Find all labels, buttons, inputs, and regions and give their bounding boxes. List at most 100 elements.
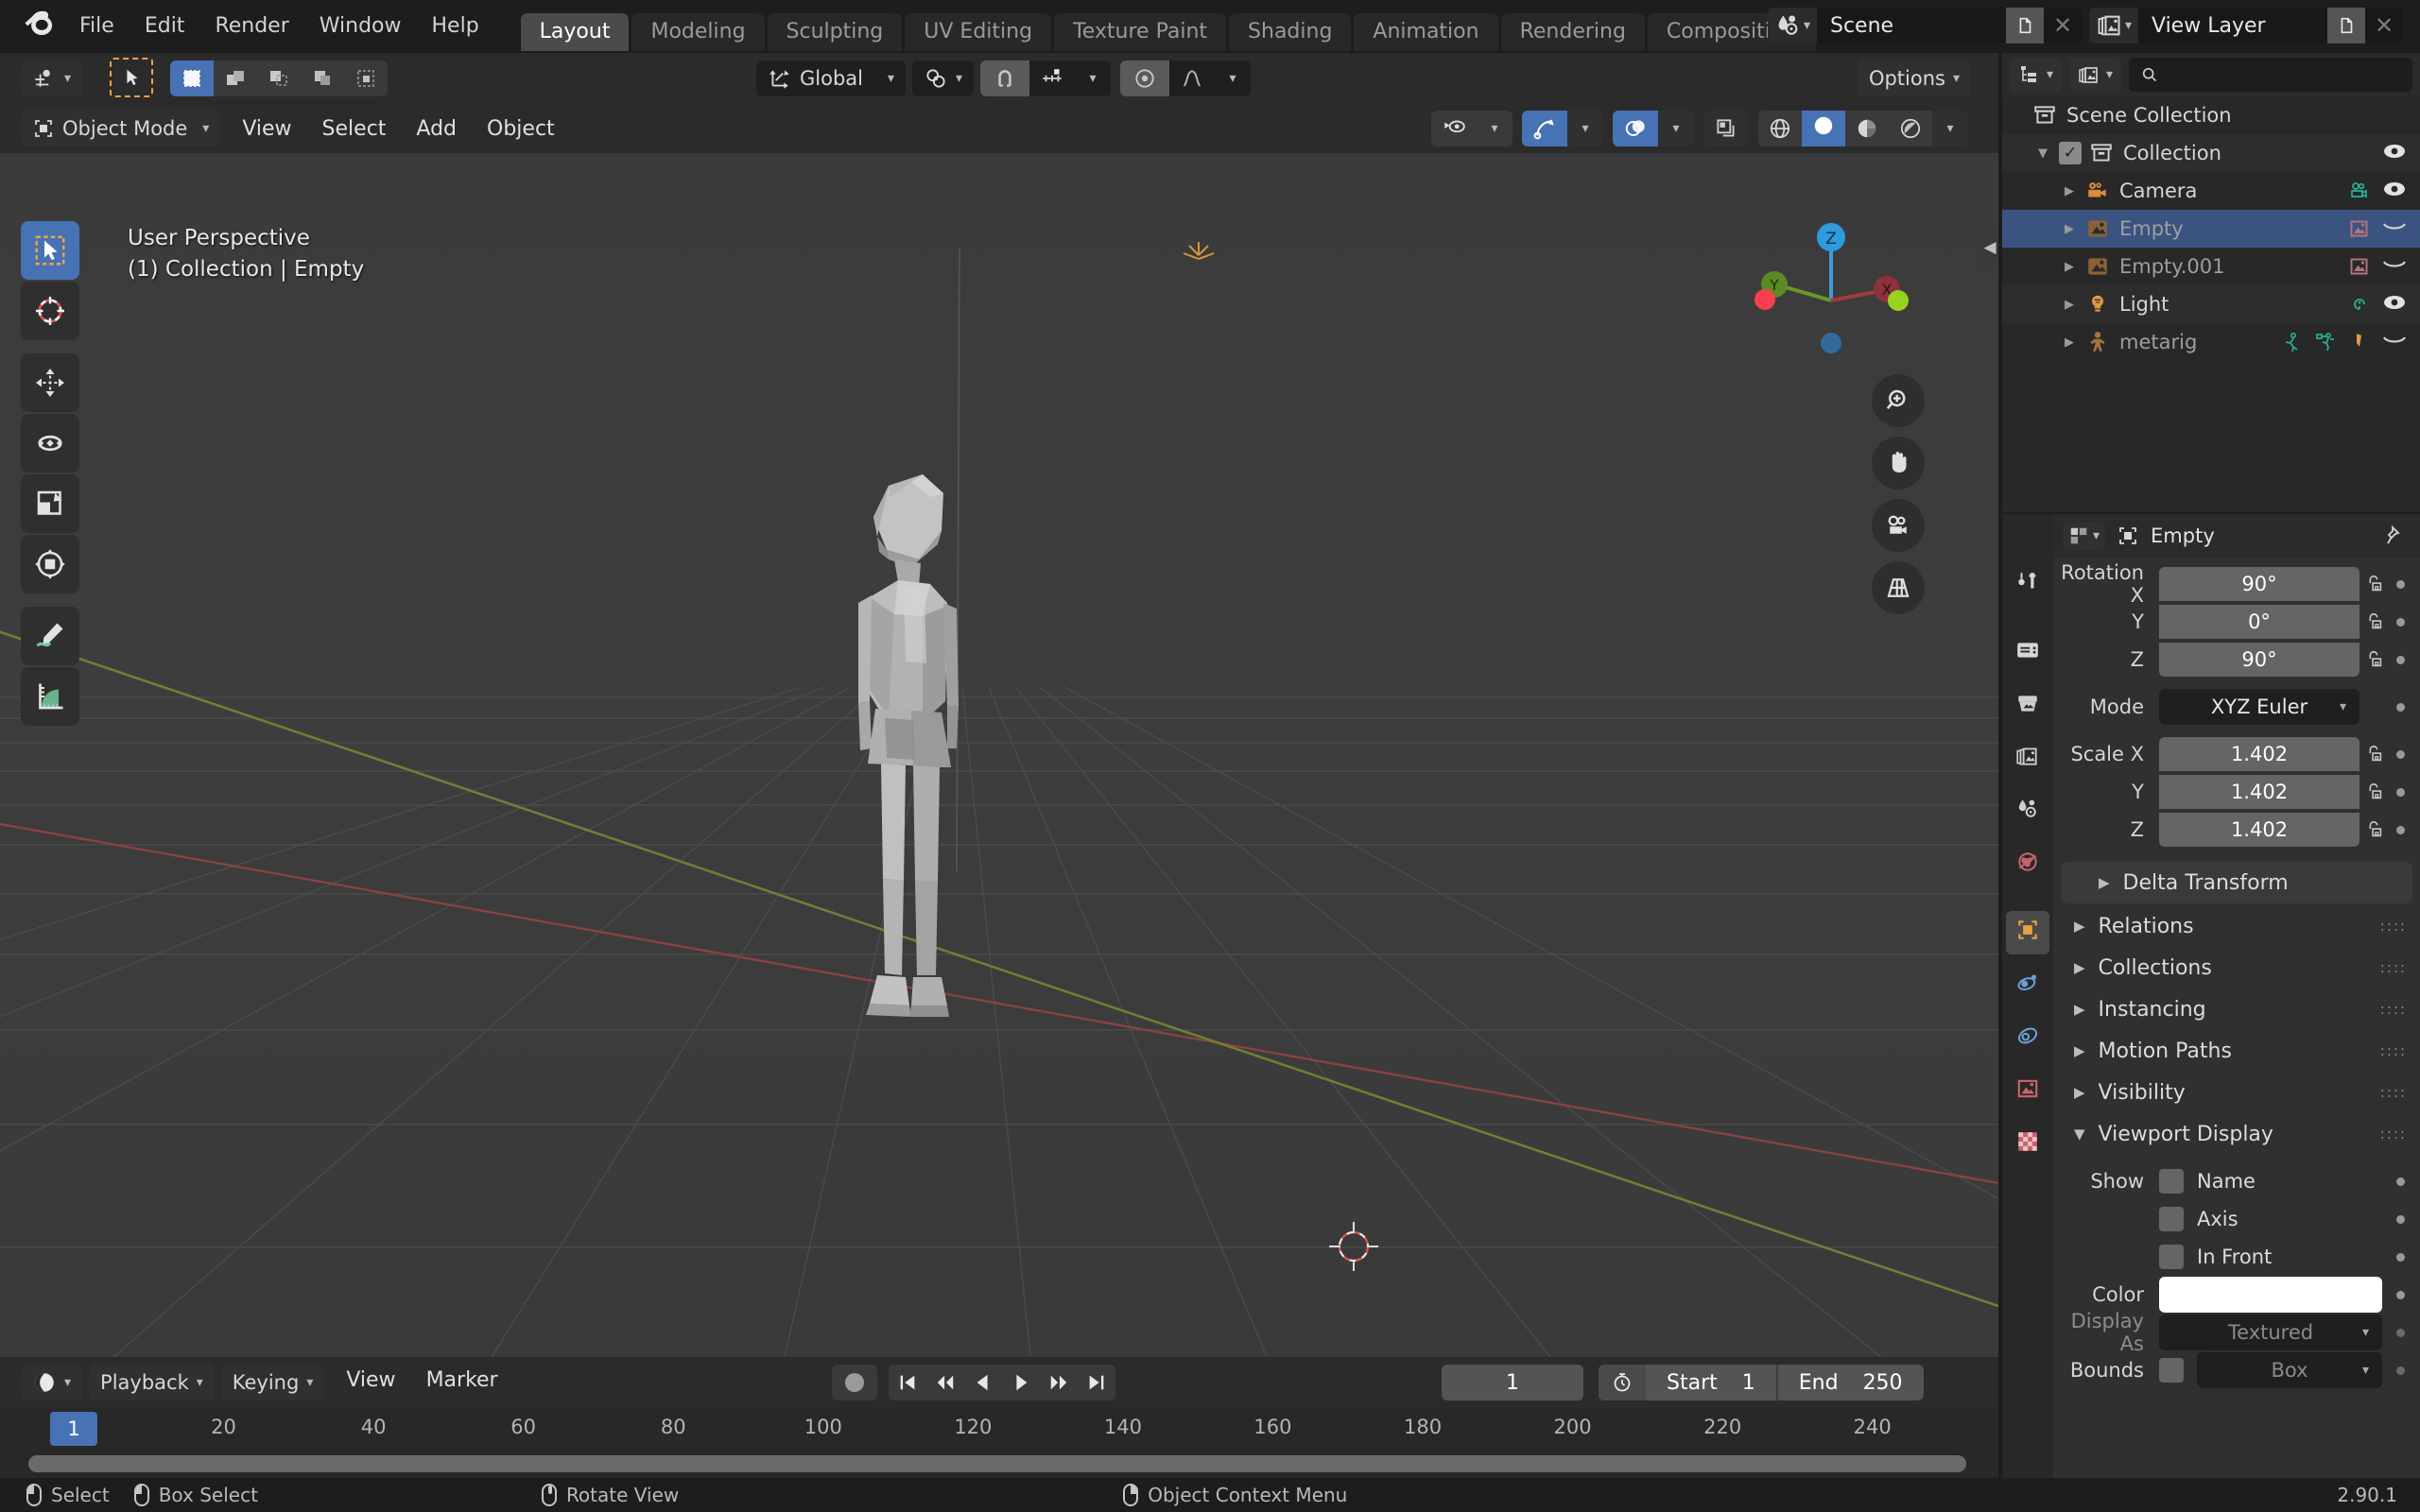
tweak-tool-header[interactable] bbox=[110, 58, 154, 97]
timeline-editor-type[interactable]: ▾ bbox=[21, 1365, 83, 1400]
camera-data-icon[interactable] bbox=[2348, 180, 2371, 202]
select-intersect-icon[interactable] bbox=[344, 60, 389, 96]
start-frame-value[interactable]: 1 bbox=[1718, 1371, 1776, 1395]
bounds-animate-dot[interactable] bbox=[2388, 1366, 2412, 1375]
workspace-tab-shading[interactable]: Shading bbox=[1229, 13, 1352, 51]
collection-checkbox[interactable]: ✓ bbox=[2059, 142, 2082, 164]
frame-range-fields[interactable]: Start 1 End 250 bbox=[1599, 1365, 1924, 1400]
end-frame-value[interactable]: 250 bbox=[1839, 1371, 1924, 1395]
light-data-icon[interactable] bbox=[2348, 293, 2371, 316]
rotation-x-field[interactable]: 90° bbox=[2159, 567, 2360, 601]
physics-tab[interactable] bbox=[2006, 964, 2049, 1007]
xray-toggle[interactable] bbox=[1703, 111, 1749, 146]
rotation-x-animate-dot[interactable] bbox=[2388, 579, 2412, 589]
outliner-row-empty[interactable]: ▶ Empty bbox=[2002, 210, 2420, 248]
falloff-icon[interactable] bbox=[1169, 60, 1216, 96]
scale-z-field[interactable]: 1.402 bbox=[2159, 813, 2360, 847]
sidebar-collapse-arrow[interactable]: ◀ bbox=[1981, 228, 1998, 267]
output-tab[interactable] bbox=[2006, 684, 2049, 728]
scale-z-animate-dot[interactable] bbox=[2388, 825, 2412, 834]
outliner-search[interactable] bbox=[2129, 58, 2412, 92]
display-as-animate-dot[interactable] bbox=[2388, 1328, 2412, 1337]
viewport-menu-add[interactable]: Add bbox=[401, 113, 472, 145]
object-mode-selector[interactable]: Object Mode ▾ bbox=[21, 111, 221, 146]
shading-mode-group[interactable]: ▾ bbox=[1758, 111, 1968, 146]
rotate-tool[interactable] bbox=[21, 414, 79, 472]
disclosure-triangle-icon[interactable]: ▼ bbox=[2038, 146, 2059, 161]
playhead[interactable]: 1 bbox=[50, 1412, 97, 1446]
select-subtract-icon[interactable] bbox=[257, 60, 302, 96]
visibility-eye-icon[interactable] bbox=[2382, 180, 2407, 203]
object-visibility-icon[interactable] bbox=[1431, 111, 1477, 146]
object-color-swatch[interactable] bbox=[2159, 1277, 2382, 1313]
scale-y-field[interactable]: 1.402 bbox=[2159, 775, 2360, 809]
empty-image-data-icon[interactable] bbox=[2348, 255, 2371, 278]
workspace-tab-layout[interactable]: Layout bbox=[520, 13, 630, 51]
panel-visibility[interactable]: ▶ Visibility:::: bbox=[2053, 1072, 2420, 1113]
proportional-edit-icon[interactable] bbox=[1120, 60, 1170, 96]
select-set-icon[interactable] bbox=[170, 60, 215, 96]
new-scene-button[interactable] bbox=[2006, 8, 2044, 43]
viewport-menu-view[interactable]: View bbox=[227, 113, 306, 145]
scene-tab[interactable] bbox=[2006, 790, 2049, 833]
scale-y-lock-icon[interactable] bbox=[2360, 782, 2388, 802]
texture-tab[interactable] bbox=[2006, 1123, 2049, 1166]
outliner-display-mode[interactable]: ▾ bbox=[2010, 58, 2063, 92]
jump-to-end-button[interactable] bbox=[1078, 1365, 1115, 1400]
select-extend-icon[interactable] bbox=[214, 60, 258, 96]
workspace-tab-modeling[interactable]: Modeling bbox=[631, 13, 765, 51]
visibility-eye-icon[interactable] bbox=[2382, 293, 2407, 317]
overlays-toggle-group[interactable]: ▾ bbox=[1613, 111, 1694, 146]
workspace-tab-rendering[interactable]: Rendering bbox=[1500, 13, 1645, 51]
snapping-group[interactable]: ▾ bbox=[980, 60, 1112, 96]
bounds-checkbox[interactable] bbox=[2159, 1358, 2184, 1383]
outliner-row-metarig[interactable]: ▶ metarig bbox=[2002, 323, 2420, 361]
pan-hand-icon[interactable] bbox=[1872, 437, 1925, 490]
prev-keyframe-button[interactable] bbox=[926, 1365, 964, 1400]
move-tool[interactable] bbox=[21, 353, 79, 412]
shading-dropdown-icon[interactable]: ▾ bbox=[1932, 111, 1968, 146]
scale-x-animate-dot[interactable] bbox=[2388, 749, 2412, 759]
viewport-canvas[interactable] bbox=[0, 153, 1998, 1357]
scene-name[interactable]: Scene bbox=[1817, 14, 2006, 38]
view-layer-name[interactable]: View Layer bbox=[2138, 14, 2327, 38]
workspace-tab-animation[interactable]: Animation bbox=[1354, 13, 1498, 51]
tool-tab[interactable] bbox=[2006, 563, 2049, 607]
close-view-layer-button[interactable]: ✕ bbox=[2365, 8, 2403, 43]
show-axis-checkbox[interactable] bbox=[2159, 1207, 2184, 1231]
pivot-point-selector[interactable]: ▾ bbox=[912, 60, 975, 96]
visibility-eye-icon[interactable] bbox=[2382, 142, 2407, 165]
object-data-tab[interactable] bbox=[2006, 1070, 2049, 1113]
empty-image-data-icon[interactable] bbox=[2348, 217, 2371, 240]
proportional-edit-group[interactable]: ▾ bbox=[1120, 60, 1252, 96]
timeline-menu-keying[interactable]: Keying ▾ bbox=[220, 1365, 325, 1400]
panel-motion-paths[interactable]: ▶ Motion Paths:::: bbox=[2053, 1030, 2420, 1072]
transform-tool[interactable] bbox=[21, 535, 79, 593]
timeline-scrollbar[interactable] bbox=[28, 1455, 1966, 1472]
in-front-checkbox[interactable] bbox=[2159, 1245, 2184, 1269]
outliner-row-scene-collection[interactable]: Scene Collection bbox=[2002, 96, 2420, 134]
disclosure-triangle-icon[interactable]: ▶ bbox=[2065, 260, 2085, 274]
panel-relations[interactable]: ▶ Relations:::: bbox=[2053, 905, 2420, 947]
snap-dropdown-icon[interactable]: ▾ bbox=[1075, 60, 1112, 96]
properties-editor-type[interactable]: ▾ bbox=[2063, 522, 2106, 550]
play-button[interactable] bbox=[1002, 1365, 1040, 1400]
object-tab[interactable] bbox=[2006, 911, 2049, 954]
falloff-dropdown-icon[interactable]: ▾ bbox=[1215, 60, 1252, 96]
gizmo-toggle-group[interactable]: ▾ bbox=[1522, 111, 1603, 146]
play-reverse-button[interactable] bbox=[964, 1365, 1002, 1400]
measure-tool[interactable] bbox=[21, 667, 79, 726]
view-layer-tab[interactable] bbox=[2006, 737, 2049, 781]
outliner-row-collection[interactable]: ▼ ✓ Collection bbox=[2002, 134, 2420, 172]
snap-mode-icon[interactable] bbox=[1029, 60, 1076, 96]
ortho-persp-toggle-icon[interactable] bbox=[1872, 561, 1925, 614]
navigation-gizmo[interactable]: Z Y X bbox=[1753, 209, 1923, 379]
timeline-ruler[interactable]: 1 20 40 60 80 100 120 140 160 180 200 220 240 bbox=[0, 1408, 1998, 1453]
outliner-filter-id-type[interactable]: ▾ bbox=[2069, 58, 2122, 92]
menu-window[interactable]: Window bbox=[304, 10, 417, 42]
next-keyframe-button[interactable] bbox=[1040, 1365, 1078, 1400]
panel-collections[interactable]: ▶ Collections:::: bbox=[2053, 947, 2420, 988]
rotation-mode-animate-dot[interactable] bbox=[2388, 702, 2412, 712]
disclosure-triangle-icon[interactable]: ▶ bbox=[2065, 184, 2085, 198]
rotation-y-field[interactable]: 0° bbox=[2159, 605, 2360, 639]
